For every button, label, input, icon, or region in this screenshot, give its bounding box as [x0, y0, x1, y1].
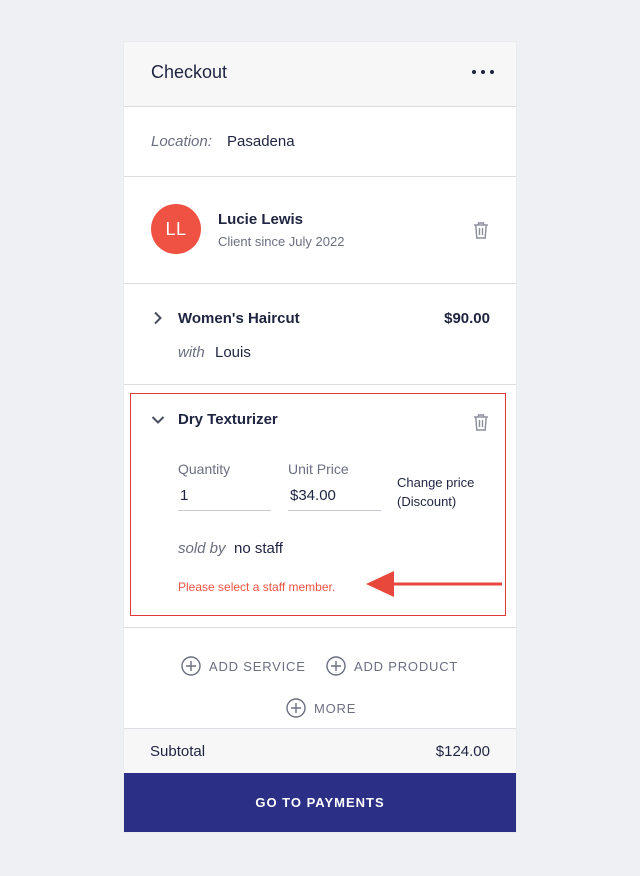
plus-circle-icon [326, 656, 346, 676]
subtotal-row: Subtotal $124.00 [124, 729, 516, 775]
add-product-button[interactable]: ADD PRODUCT [326, 656, 458, 676]
service-staff-label: with [178, 344, 205, 361]
product-name: Dry Texturizer [178, 411, 278, 428]
product-line-item: Dry Texturizer Quantity Unit Price Chang… [124, 385, 516, 628]
quantity-label: Quantity [178, 461, 231, 477]
checkout-panel: Checkout Location: Pasadena LL Lucie Lew… [124, 42, 516, 832]
trash-icon[interactable] [473, 413, 489, 431]
quantity-input[interactable] [178, 481, 271, 511]
location-value[interactable]: Pasadena [227, 133, 295, 150]
client-name: Lucie Lewis [218, 211, 304, 228]
plus-circle-icon [181, 656, 201, 676]
more-button[interactable]: MORE [286, 698, 356, 718]
checkout-header: Checkout [124, 42, 516, 107]
arrow-annotation-icon [366, 571, 502, 597]
service-staff-value: Louis [215, 344, 251, 361]
chevron-down-icon[interactable] [151, 413, 165, 427]
sold-by-value[interactable]: no staff [234, 540, 283, 557]
go-to-payments-button[interactable]: GO TO PAYMENTS [124, 773, 516, 832]
plus-circle-icon [286, 698, 306, 718]
add-product-label: ADD PRODUCT [354, 658, 459, 674]
location-row: Location: Pasadena [124, 107, 516, 177]
add-actions: ADD SERVICE ADD PRODUCT MORE [124, 628, 516, 729]
service-name: Women's Haircut [178, 310, 300, 327]
location-label: Location: [151, 133, 212, 150]
add-service-button[interactable]: ADD SERVICE [181, 656, 306, 676]
chevron-right-icon[interactable] [151, 311, 165, 325]
sold-by-label: sold by [178, 540, 226, 557]
subtotal-label: Subtotal [150, 743, 206, 760]
more-label: MORE [314, 700, 357, 716]
add-service-label: ADD SERVICE [209, 658, 306, 674]
change-price-link[interactable]: Change price (Discount) [397, 473, 497, 511]
service-price: $90.00 [444, 310, 490, 327]
unit-price-label: Unit Price [288, 461, 349, 477]
unit-price-input[interactable] [288, 481, 381, 511]
staff-error-message: Please select a staff member. [178, 580, 336, 594]
more-options-icon[interactable] [472, 64, 494, 80]
subtotal-value: $124.00 [435, 743, 490, 760]
avatar: LL [151, 204, 201, 254]
service-line-item[interactable]: Women's Haircut $90.00 with Louis [124, 284, 516, 385]
client-card: LL Lucie Lewis Client since July 2022 [124, 177, 516, 284]
trash-icon[interactable] [473, 221, 489, 239]
page-title: Checkout [151, 62, 228, 82]
client-since: Client since July 2022 [218, 234, 345, 249]
